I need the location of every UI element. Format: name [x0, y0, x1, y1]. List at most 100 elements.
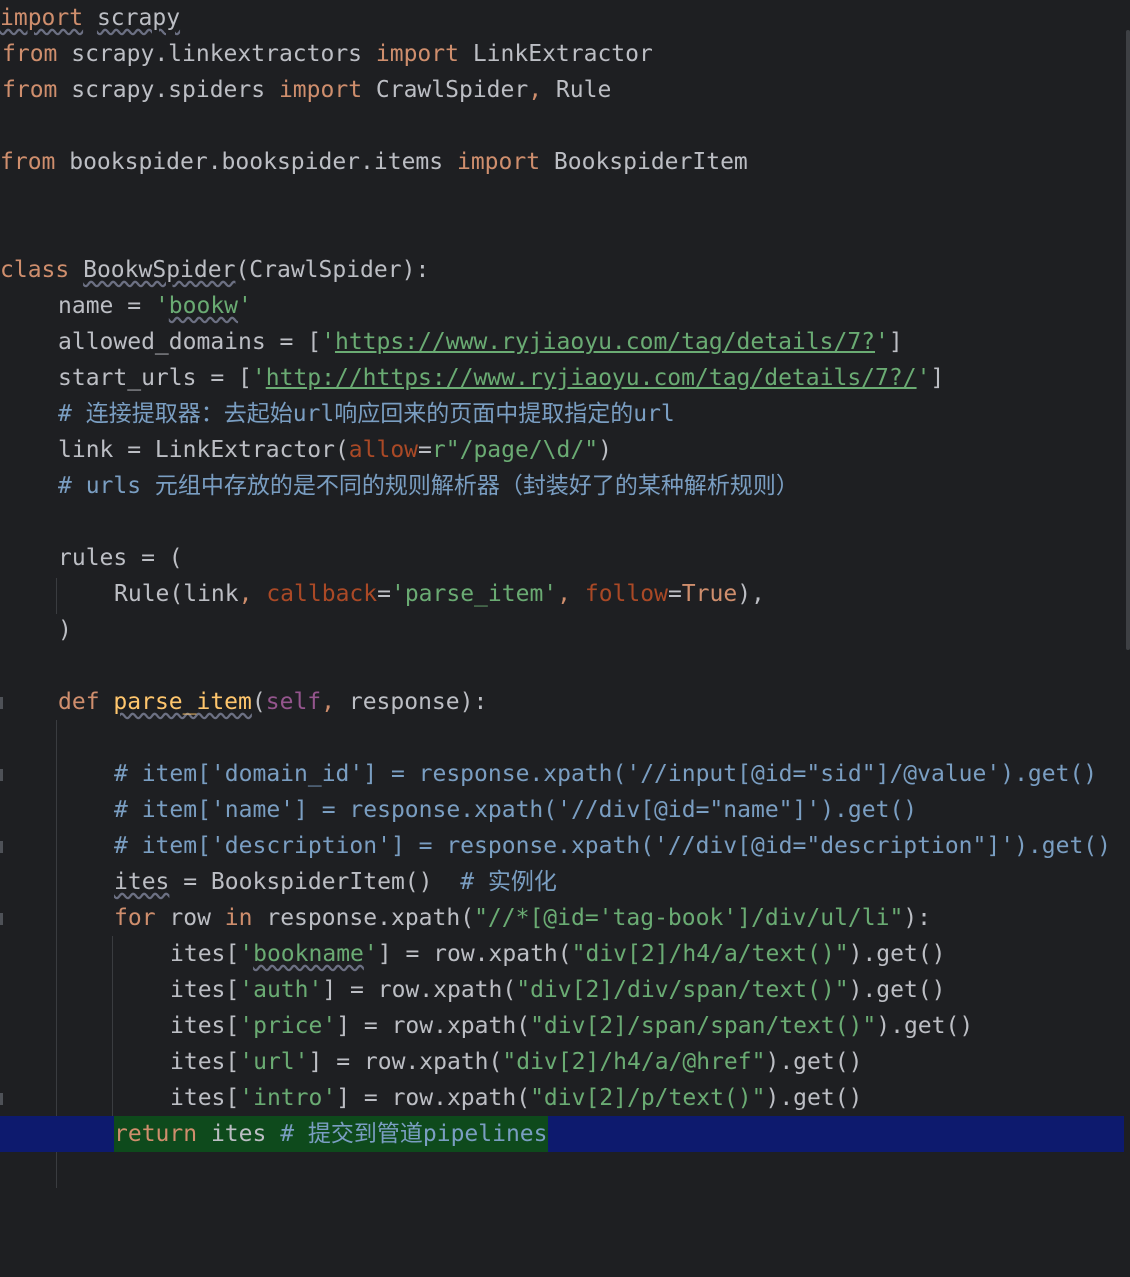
- token-string: bookw: [168, 293, 239, 319]
- token-keyword: import: [0, 5, 84, 31]
- token-variable: ites[: [170, 941, 240, 967]
- code-line[interactable]: name = 'bookw': [0, 288, 1124, 324]
- token-string: r"/page/\d/": [431, 437, 599, 463]
- code-line[interactable]: from scrapy.spiders import CrawlSpider, …: [0, 72, 1124, 108]
- token-keyword: import: [456, 149, 541, 175]
- token-param: allow: [348, 437, 419, 463]
- code-line[interactable]: ites['intro'] = row.xpath("div[2]/p/text…: [0, 1080, 1124, 1116]
- code-line[interactable]: ites['price'] = row.xpath("div[2]/span/s…: [0, 1008, 1124, 1044]
- code-line[interactable]: allowed_domains = ['https://www.ryjiaoyu…: [0, 324, 1124, 360]
- token-assign: start_urls = [: [58, 365, 252, 391]
- token-keyword: import: [375, 41, 459, 67]
- code-line[interactable]: rules = (: [0, 540, 1124, 576]
- token-assign: allowed_domains = [: [58, 329, 322, 355]
- code-line[interactable]: # item['name'] = response.xpath('//div[@…: [0, 792, 1124, 828]
- code-line[interactable]: ites['url'] = row.xpath("div[2]/h4/a/@hr…: [0, 1044, 1124, 1080]
- token-param: follow: [584, 581, 668, 607]
- code-line[interactable]: ites['auth'] = row.xpath("div[2]/div/spa…: [0, 972, 1124, 1008]
- token-keyword: def: [58, 689, 100, 715]
- token-quote: ': [916, 365, 931, 391]
- token-string: "div[2]/div/span/text()": [516, 977, 849, 1003]
- scrollbar-thumb[interactable]: [1126, 30, 1130, 650]
- token-quote: ': [363, 941, 378, 967]
- token-string: 'url': [239, 1049, 309, 1075]
- token-comment: # 连接提取器：去起始url响应回来的页面中提取指定的url: [58, 401, 675, 427]
- current-line[interactable]: return ites # 提交到管道pipelines: [0, 1116, 1124, 1152]
- token-string: "div[2]/h4/a/text()": [571, 941, 849, 967]
- token-string: 'price': [239, 1013, 337, 1039]
- token-comment: # item['name'] = response.xpath('//div[@…: [114, 797, 918, 823]
- token-punct: ): [58, 617, 72, 643]
- token-keyword: True: [681, 581, 738, 607]
- token-keyword: import: [278, 77, 363, 103]
- token-module: scrapy.linkextractors: [57, 41, 376, 67]
- url-link[interactable]: https://www.ryjiaoyu.com/tag/details/7?: [335, 329, 875, 355]
- token-punct: ):: [903, 905, 932, 931]
- code-line[interactable]: class BookwSpider(CrawlSpider):: [0, 252, 1124, 288]
- token-module: scrapy.spiders: [57, 77, 279, 103]
- token-punct: ]: [930, 365, 945, 391]
- token-self: self: [265, 689, 322, 715]
- token-keyword: from: [0, 149, 56, 175]
- token-punct: =: [667, 581, 682, 607]
- token-variable: ites: [197, 1121, 281, 1147]
- token-variable: row: [155, 905, 225, 931]
- code-editor[interactable]: import scrapy from scrapy.linkextractors…: [0, 0, 1130, 1277]
- token-punct: =: [377, 581, 391, 607]
- token-keyword: from: [2, 77, 58, 103]
- token-comment: # urls 元组中存放的是不同的规则解析器（封装好了的某种解析规则）: [58, 473, 799, 499]
- token-class-name: CrawlSpider: [362, 77, 529, 103]
- token-punct: ,: [557, 581, 585, 607]
- token-param: callback: [266, 581, 378, 607]
- token-quote: ': [238, 293, 252, 319]
- token-punct: ,: [238, 581, 267, 607]
- token-call: ] = row.xpath(: [308, 1049, 503, 1075]
- token-string: "div[2]/h4/a/@href": [502, 1049, 766, 1075]
- token-variable: ites[: [170, 1013, 240, 1039]
- token-keyword: class: [0, 257, 70, 283]
- code-line[interactable]: # item['description'] = response.xpath('…: [0, 828, 1124, 864]
- code-line[interactable]: start_urls = ['http://https://www.ryjiao…: [0, 360, 1124, 396]
- token-call: ).get(): [876, 1013, 974, 1039]
- token-quote: ': [251, 365, 266, 391]
- token-call: ).get(): [765, 1049, 863, 1075]
- token-string: 'auth': [239, 977, 323, 1003]
- code-line[interactable]: link = LinkExtractor(allow=r"/page/\d/"): [0, 432, 1124, 468]
- token-assign: link = LinkExtractor(: [58, 437, 349, 463]
- token-variable: ites[: [170, 1085, 240, 1111]
- token-string: "//*[@id='tag-book']/div/ul/li": [474, 905, 904, 931]
- url-link[interactable]: http://https://www.ryjiaoyu.com/tag/deta…: [266, 365, 917, 391]
- token-comment: # 提交到管道pipelines: [280, 1121, 548, 1147]
- token-punct: ),: [737, 581, 765, 607]
- code-line[interactable]: import scrapy: [0, 0, 1124, 36]
- token-class-name: LinkExtractor: [458, 41, 653, 67]
- code-area[interactable]: import scrapy from scrapy.linkextractors…: [0, 0, 1124, 1277]
- token-quote: ': [239, 941, 254, 967]
- token-call: ] = row.xpath(: [336, 1013, 531, 1039]
- code-line[interactable]: # urls 元组中存放的是不同的规则解析器（封装好了的某种解析规则）: [0, 468, 1124, 504]
- token-string: "div[2]/span/span/text()": [530, 1013, 877, 1039]
- token-assign: = BookspiderItem(): [169, 869, 461, 895]
- token-comment: # item['domain_id'] = response.xpath('//…: [114, 761, 1098, 787]
- code-line[interactable]: def parse_item(self, response):: [0, 684, 1124, 720]
- token-module: scrapy: [96, 5, 181, 31]
- token-variable: ites[: [170, 1049, 240, 1075]
- vertical-scrollbar[interactable]: [1124, 0, 1130, 1277]
- code-line[interactable]: Rule(link, callback='parse_item', follow…: [0, 576, 1124, 612]
- code-line[interactable]: from scrapy.linkextractors import LinkEx…: [0, 36, 1124, 72]
- token-punct: ): [598, 437, 612, 463]
- code-line[interactable]: ): [0, 612, 1124, 648]
- token-call: Rule(link: [114, 581, 239, 607]
- token-class-name: BookwSpider: [83, 257, 236, 283]
- token-punct: ,: [321, 689, 349, 715]
- code-line[interactable]: for row in response.xpath("//*[@id='tag-…: [0, 900, 1124, 936]
- code-line[interactable]: # item['domain_id'] = response.xpath('//…: [0, 756, 1124, 792]
- code-line[interactable]: from bookspider.bookspider.items import …: [0, 144, 1124, 180]
- code-line[interactable]: # 连接提取器：去起始url响应回来的页面中提取指定的url: [0, 396, 1124, 432]
- code-line[interactable]: ites = BookspiderItem() # 实例化: [0, 864, 1124, 900]
- token-comment: # item['description'] = response.xpath('…: [114, 833, 1111, 859]
- token-module: bookspider.bookspider.items: [55, 149, 457, 175]
- code-line[interactable]: ites['bookname'] = row.xpath("div[2]/h4/…: [0, 936, 1124, 972]
